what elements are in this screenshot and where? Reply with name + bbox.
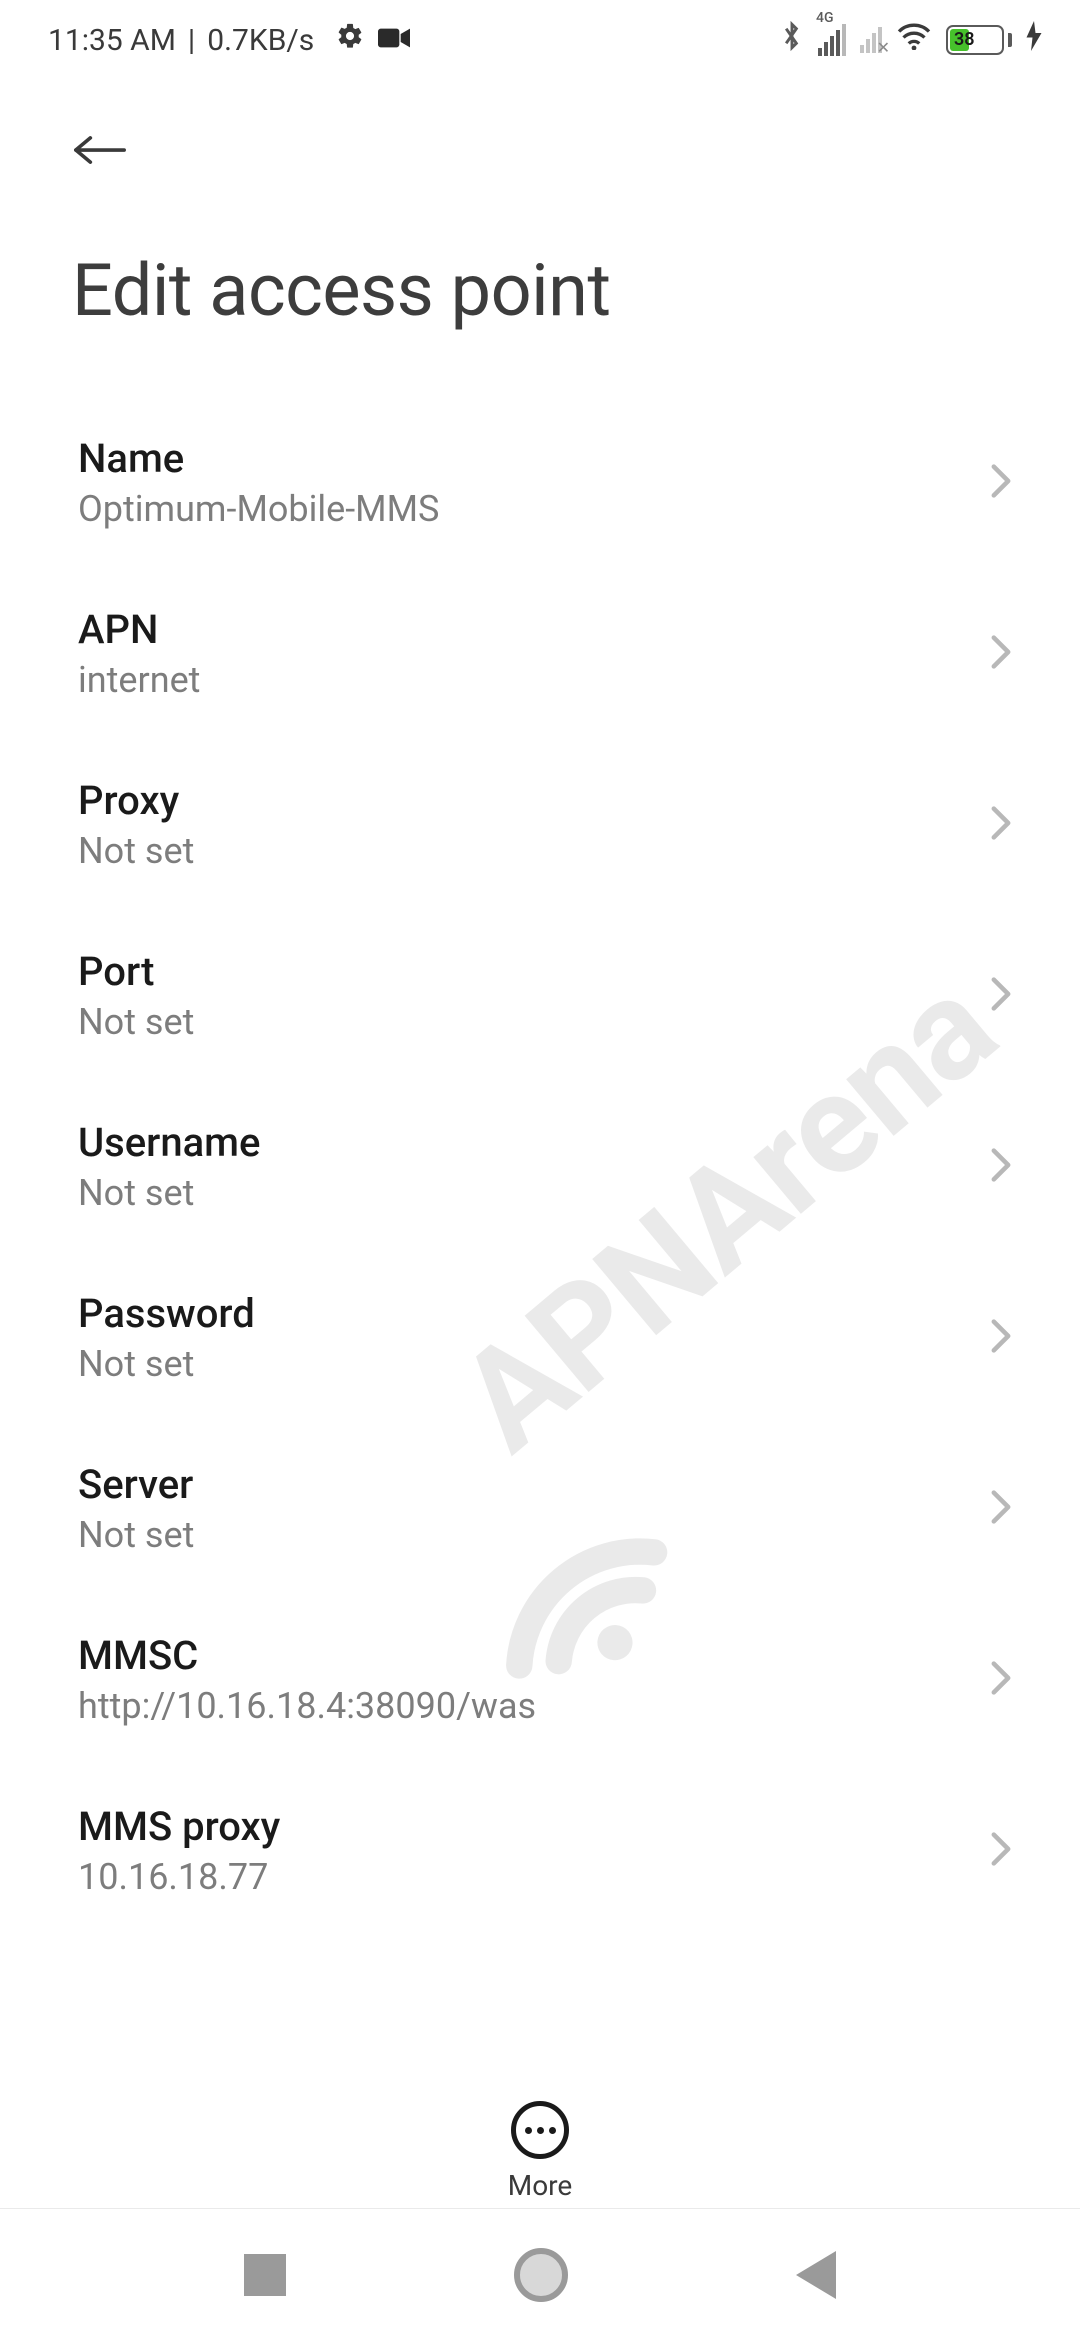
charging-icon bbox=[1026, 21, 1042, 59]
signal-4g-icon: 4G bbox=[818, 24, 846, 56]
chevron-right-icon bbox=[990, 1489, 1012, 1529]
setting-label: MMS proxy bbox=[78, 1803, 970, 1850]
setting-value: Optimum-Mobile-MMS bbox=[78, 488, 970, 530]
setting-row-server[interactable]: Server Not set bbox=[78, 1427, 1020, 1598]
nav-home-button[interactable] bbox=[514, 2248, 568, 2302]
status-bar: 11:35 AM | 0.7KB/s 4G ✕ bbox=[0, 0, 1080, 80]
setting-value: Not set bbox=[78, 1172, 970, 1214]
setting-label: Port bbox=[78, 948, 970, 995]
battery-percent: 38 bbox=[954, 29, 975, 50]
chevron-right-icon bbox=[990, 634, 1012, 674]
more-label: More bbox=[508, 2169, 573, 2202]
nav-back-button[interactable] bbox=[796, 2251, 836, 2299]
chevron-right-icon bbox=[990, 805, 1012, 845]
setting-row-apn[interactable]: APN internet bbox=[78, 572, 1020, 743]
setting-row-name[interactable]: Name Optimum-Mobile-MMS bbox=[78, 401, 1020, 572]
more-icon bbox=[511, 2101, 569, 2159]
setting-row-mmsc[interactable]: MMSC http://10.16.18.4:38090/was bbox=[78, 1598, 1020, 1769]
setting-value: Not set bbox=[78, 830, 970, 872]
status-time: 11:35 AM bbox=[48, 23, 176, 58]
setting-row-mms-proxy[interactable]: MMS proxy 10.16.18.77 bbox=[78, 1769, 1020, 1898]
setting-value: Not set bbox=[78, 1001, 970, 1043]
arrow-left-icon bbox=[71, 129, 129, 171]
setting-label: Server bbox=[78, 1461, 970, 1508]
setting-label: Proxy bbox=[78, 777, 970, 824]
setting-label: Name bbox=[78, 435, 970, 482]
setting-value: internet bbox=[78, 659, 970, 701]
chevron-right-icon bbox=[990, 1660, 1012, 1700]
chevron-right-icon bbox=[990, 463, 1012, 503]
navigation-bar bbox=[0, 2208, 1080, 2340]
setting-value: Not set bbox=[78, 1514, 970, 1556]
nav-recent-apps-button[interactable] bbox=[244, 2254, 286, 2296]
setting-value: Not set bbox=[78, 1343, 970, 1385]
back-button[interactable] bbox=[64, 114, 136, 186]
setting-label: APN bbox=[78, 606, 970, 653]
chevron-right-icon bbox=[990, 1831, 1012, 1871]
page-title: Edit access point bbox=[72, 248, 1032, 333]
chevron-right-icon bbox=[990, 976, 1012, 1016]
wifi-icon bbox=[896, 22, 932, 58]
settings-list: Name Optimum-Mobile-MMS APN internet Pro… bbox=[0, 333, 1080, 1898]
setting-row-port[interactable]: Port Not set bbox=[78, 914, 1020, 1085]
chevron-right-icon bbox=[990, 1318, 1012, 1358]
setting-label: Username bbox=[78, 1119, 970, 1166]
setting-row-proxy[interactable]: Proxy Not set bbox=[78, 743, 1020, 914]
bluetooth-icon bbox=[780, 20, 804, 60]
gear-icon bbox=[336, 22, 364, 58]
battery-indicator: 38 bbox=[946, 25, 1012, 55]
chevron-right-icon bbox=[990, 1147, 1012, 1187]
status-separator: | bbox=[188, 23, 195, 58]
setting-row-username[interactable]: Username Not set bbox=[78, 1085, 1020, 1256]
signal-no-sim-icon: ✕ bbox=[860, 27, 882, 53]
status-network-speed: 0.7KB/s bbox=[207, 23, 314, 58]
setting-value: 10.16.18.77 bbox=[78, 1856, 970, 1898]
more-button[interactable]: More bbox=[0, 2101, 1080, 2202]
header: Edit access point bbox=[0, 80, 1080, 333]
setting-row-password[interactable]: Password Not set bbox=[78, 1256, 1020, 1427]
setting-value: http://10.16.18.4:38090/was bbox=[78, 1685, 970, 1727]
setting-label: MMSC bbox=[78, 1632, 970, 1679]
camera-icon bbox=[378, 23, 410, 58]
setting-label: Password bbox=[78, 1290, 970, 1337]
